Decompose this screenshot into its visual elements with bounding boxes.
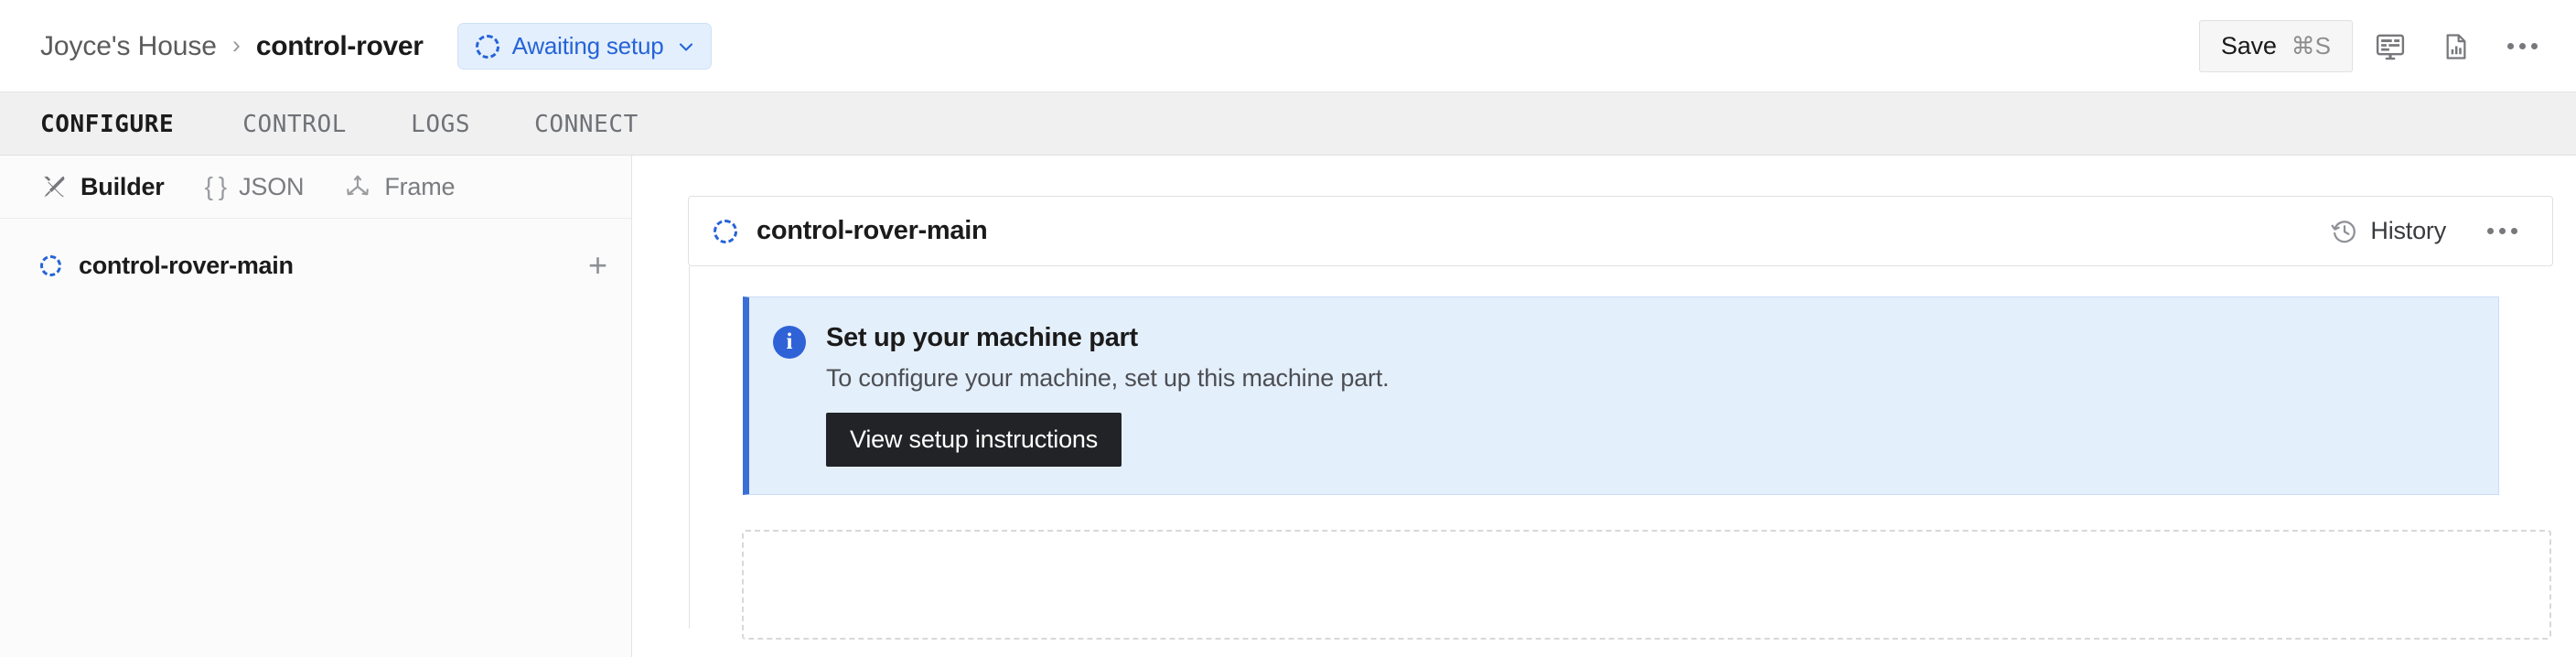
- tab-connect[interactable]: CONNECT: [502, 92, 671, 156]
- setup-info-banner: i Set up your machine part To configure …: [743, 296, 2499, 495]
- axes-icon: [347, 175, 370, 196]
- sidebar-tool-builder-label: Builder: [80, 172, 165, 200]
- tools-icon: [44, 176, 65, 198]
- document-chart-icon: [2446, 33, 2466, 59]
- sidebar-view-switcher: Builder { } JSON Frame: [0, 156, 631, 219]
- dashed-spinner-icon: [714, 219, 737, 243]
- sidebar-tool-json-label: JSON: [239, 172, 305, 200]
- dashed-spinner-icon: [40, 254, 61, 276]
- info-icon: i: [773, 326, 806, 359]
- report-button[interactable]: [2428, 18, 2485, 75]
- empty-attributes-dropzone[interactable]: [742, 530, 2551, 640]
- setup-banner-title: Set up your machine part: [826, 323, 1138, 352]
- component-card-header: control-rover-main History: [688, 196, 2553, 266]
- main-content: control-rover-main History i Set up your…: [632, 156, 2576, 657]
- status-badge-label: Awaiting setup: [511, 32, 664, 59]
- clock-rewind-icon: [2331, 220, 2356, 242]
- component-card-title: control-rover-main: [757, 216, 988, 245]
- tab-logs[interactable]: LOGS: [379, 92, 502, 156]
- monitor-icon: [2376, 34, 2405, 59]
- header-overflow-menu-button[interactable]: [2494, 18, 2550, 75]
- sidebar-item-label: control-rover-main: [79, 251, 294, 279]
- status-badge-awaiting-setup[interactable]: Awaiting setup: [456, 23, 712, 70]
- sidebar-item-control-rover-main[interactable]: control-rover-main +: [0, 239, 631, 292]
- header-actions: Save ⌘S: [2198, 18, 2550, 75]
- monitor-button[interactable]: [2362, 18, 2419, 75]
- setup-banner-description: To configure your machine, set up this m…: [826, 364, 1390, 392]
- sidebar-tool-builder[interactable]: Builder: [40, 173, 205, 201]
- breadcrumb: Joyce's House › control-rover: [40, 31, 424, 62]
- component-card-actions: History: [2331, 203, 2530, 260]
- save-shortcut-label: ⌘S: [2291, 32, 2331, 59]
- braces-icon: { }: [204, 172, 228, 200]
- save-button[interactable]: Save ⌘S: [2198, 20, 2353, 72]
- sidebar-component-list: control-rover-main +: [0, 219, 631, 292]
- chevron-down-icon: [679, 42, 692, 51]
- add-component-button[interactable]: +: [588, 249, 607, 282]
- history-button-label: History: [2370, 217, 2446, 244]
- main-tabs: CONFIGURE CONTROL LOGS CONNECT: [0, 92, 2576, 156]
- tab-configure[interactable]: CONFIGURE: [40, 92, 210, 156]
- component-card-body: i Set up your machine part To configure …: [689, 266, 2554, 640]
- breadcrumb-separator-icon: ›: [231, 31, 241, 59]
- sidebar-tool-frame-label: Frame: [384, 172, 456, 200]
- dashed-spinner-icon: [475, 34, 499, 59]
- page-title: control-rover: [255, 30, 424, 61]
- tab-control[interactable]: CONTROL: [210, 92, 379, 156]
- save-button-label: Save: [2220, 32, 2277, 59]
- app-header: Joyce's House › control-rover Awaiting s…: [0, 0, 2576, 92]
- sidebar-tool-json[interactable]: { } JSON: [205, 172, 345, 201]
- sidebar-tool-frame[interactable]: Frame: [344, 173, 495, 201]
- sidebar: Builder { } JSON Frame control-rover-mai…: [0, 156, 632, 657]
- view-setup-instructions-button[interactable]: View setup instructions: [826, 413, 1122, 467]
- page-body: Builder { } JSON Frame control-rover-mai…: [0, 156, 2576, 657]
- history-button[interactable]: History: [2331, 217, 2446, 245]
- card-overflow-menu-button[interactable]: [2474, 203, 2530, 260]
- breadcrumb-org-link[interactable]: Joyce's House: [40, 31, 217, 62]
- ellipsis-icon: [2486, 228, 2517, 234]
- ellipsis-icon: [2506, 43, 2538, 49]
- setup-info-banner-content: Set up your machine part To configure yo…: [826, 323, 1390, 467]
